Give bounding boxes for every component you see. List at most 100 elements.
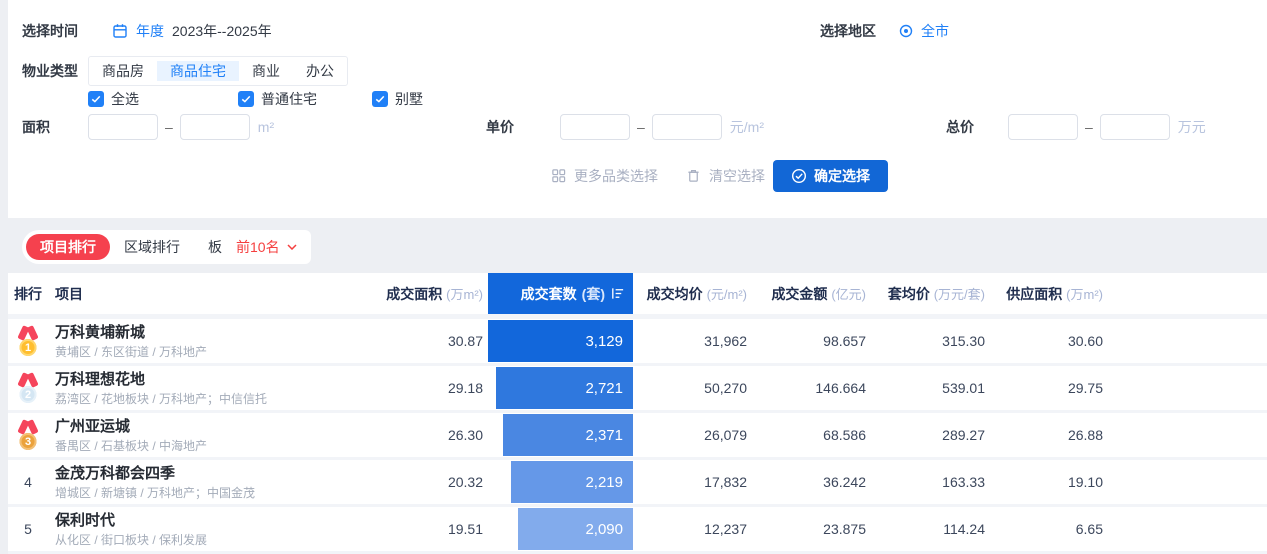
medal-silver-icon: 2 (16, 373, 40, 403)
header-rank: 排行 (14, 284, 42, 304)
per-unit-price-value: 539.01 (866, 380, 985, 396)
table-row[interactable]: 2 万科理想花地荔湾区 / 花地板块 / 万科地产；中信信托 29.18 2,7… (8, 366, 1267, 410)
total-price-range-label: 总价 (946, 117, 974, 137)
time-range-value[interactable]: 2023年--2025年 (172, 21, 272, 41)
filter-panel: 选择时间 年度 2023年--2025年 选择地区 全市 物业类型 商品房 商品… (8, 0, 1267, 218)
header-deal-area[interactable]: 成交面积 (万m²) (353, 284, 483, 304)
time-filter-label: 选择时间 (22, 21, 78, 41)
area-min-input[interactable] (88, 114, 158, 140)
checkbox-ordinary-residence-label: 普通住宅 (261, 89, 317, 109)
per-unit-price-value: 289.27 (866, 427, 985, 443)
project-subtitle: 黄埔区 / 东区街道 / 万科地产 (55, 344, 353, 360)
deal-amount-value: 36.242 (747, 474, 866, 490)
property-type-option-commodity-house[interactable]: 商品房 (89, 61, 157, 81)
range-dash: – (1085, 119, 1093, 135)
tab-district-ranking[interactable]: 区域排行 (110, 234, 194, 260)
time-mode-link[interactable]: 年度 (136, 21, 164, 41)
deal-amount-value: 146.664 (747, 380, 866, 396)
deal-area-value: 30.87 (353, 333, 483, 349)
header-deal-units-sorted[interactable]: 成交套数(套) (488, 273, 633, 314)
project-subtitle: 番禺区 / 石基板块 / 中海地产 (55, 438, 353, 454)
unit-price-max-input[interactable] (652, 114, 722, 140)
unit-price-range-label: 单价 (486, 117, 514, 137)
table-row[interactable]: 5 保利时代从化区 / 街口板块 / 保利发展 19.51 2,090 12,2… (8, 507, 1267, 551)
unit-price-min-input[interactable] (560, 114, 630, 140)
table-row[interactable]: 1 万科黄埔新城黄埔区 / 东区街道 / 万科地产 30.87 3,129 31… (8, 319, 1267, 363)
property-type-segmented-control: 商品房 商品住宅 商业 办公 (88, 56, 348, 86)
project-title[interactable]: 金茂万科都会四季 (55, 464, 353, 483)
deal-units-bar: 2,219 (511, 461, 633, 503)
checkbox-checked-icon (238, 91, 254, 107)
total-price-unit-label: 万元 (1178, 117, 1206, 137)
calendar-icon (112, 23, 128, 39)
checkbox-select-all-label: 全选 (111, 89, 139, 109)
total-price-min-input[interactable] (1008, 114, 1078, 140)
medal-gold-icon: 1 (16, 326, 40, 356)
table-row[interactable]: 4 金茂万科都会四季增城区 / 新塘镇 / 万科地产；中国金茂 20.32 2,… (8, 460, 1267, 504)
deal-units-bar: 2,371 (503, 414, 633, 456)
top-n-label: 前10名 (236, 237, 280, 257)
header-deal-amount[interactable]: 成交金额 (亿元) (747, 284, 866, 304)
check-circle-icon (791, 168, 807, 184)
deal-units-bar: 2,721 (496, 367, 633, 409)
avg-price-value: 12,237 (633, 521, 747, 537)
project-subtitle: 从化区 / 街口板块 / 保利发展 (55, 532, 353, 548)
supply-area-value: 6.65 (985, 521, 1103, 537)
supply-area-value: 19.10 (985, 474, 1103, 490)
medal-bronze-icon: 3 (16, 420, 40, 450)
property-type-option-commercial[interactable]: 商业 (239, 61, 293, 81)
checkbox-ordinary-residence[interactable]: 普通住宅 (238, 89, 317, 109)
tab-project-ranking[interactable]: 项目排行 (26, 234, 110, 260)
location-pin-icon (898, 23, 914, 39)
area-unit-label: m² (258, 119, 274, 135)
deal-area-value: 26.30 (353, 427, 483, 443)
header-project: 项目 (48, 284, 353, 304)
sort-descending-icon (610, 286, 625, 301)
total-price-max-input[interactable] (1100, 114, 1170, 140)
ranking-table: 排行 项目 成交面积 (万m²) 成交套数(套) 成交均价 (元/m²) 成交金… (8, 273, 1267, 554)
per-unit-price-value: 114.24 (866, 521, 985, 537)
project-title[interactable]: 保利时代 (55, 511, 353, 530)
checkbox-select-all[interactable]: 全选 (88, 89, 139, 109)
per-unit-price-value: 315.30 (866, 333, 985, 349)
clear-selection-label: 清空选择 (709, 166, 765, 186)
checkbox-checked-icon (88, 91, 104, 107)
range-dash: – (165, 119, 173, 135)
deal-units-bar: 2,090 (518, 508, 633, 550)
checkbox-villa[interactable]: 别墅 (372, 89, 423, 109)
header-per-unit-price[interactable]: 套均价 (万元/套) (866, 284, 985, 304)
region-filter-label: 选择地区 (820, 21, 876, 41)
project-title[interactable]: 广州亚运城 (55, 417, 353, 436)
project-subtitle: 荔湾区 / 花地板块 / 万科地产；中信信托 (55, 391, 353, 407)
top-n-dropdown[interactable]: 前10名 (222, 230, 311, 264)
avg-price-value: 31,962 (633, 333, 747, 349)
header-supply-area[interactable]: 供应面积 (万m²) (985, 284, 1103, 304)
property-type-label: 物业类型 (22, 61, 78, 81)
more-categories-label: 更多品类选择 (574, 166, 658, 186)
supply-area-value: 29.75 (985, 380, 1103, 396)
chevron-down-icon (287, 244, 297, 250)
project-title[interactable]: 万科黄埔新城 (55, 323, 353, 342)
property-type-option-office[interactable]: 办公 (293, 61, 347, 81)
deal-amount-value: 98.657 (747, 333, 866, 349)
deal-area-value: 19.51 (353, 521, 483, 537)
header-avg-price[interactable]: 成交均价 (元/m²) (633, 284, 747, 304)
property-type-option-commodity-residence[interactable]: 商品住宅 (157, 61, 239, 81)
confirm-selection-label: 确定选择 (814, 166, 870, 186)
deal-area-value: 29.18 (353, 380, 483, 396)
project-subtitle: 增城区 / 新塘镇 / 万科地产；中国金茂 (55, 485, 353, 501)
area-range-label: 面积 (22, 117, 50, 137)
avg-price-value: 50,270 (633, 380, 747, 396)
unit-price-unit-label: 元/m² (730, 117, 764, 137)
project-title[interactable]: 万科理想花地 (55, 370, 353, 389)
area-max-input[interactable] (180, 114, 250, 140)
grid-icon (551, 168, 567, 184)
rank-number: 5 (24, 521, 32, 537)
clear-selection-button[interactable]: 清空选择 (686, 164, 765, 188)
trash-icon (686, 168, 702, 184)
region-value-link[interactable]: 全市 (921, 21, 949, 41)
table-row[interactable]: 3 广州亚运城番禺区 / 石基板块 / 中海地产 26.30 2,371 26,… (8, 413, 1267, 457)
more-categories-button[interactable]: 更多品类选择 (551, 164, 658, 188)
confirm-selection-button[interactable]: 确定选择 (773, 160, 888, 192)
supply-area-value: 26.88 (985, 427, 1103, 443)
